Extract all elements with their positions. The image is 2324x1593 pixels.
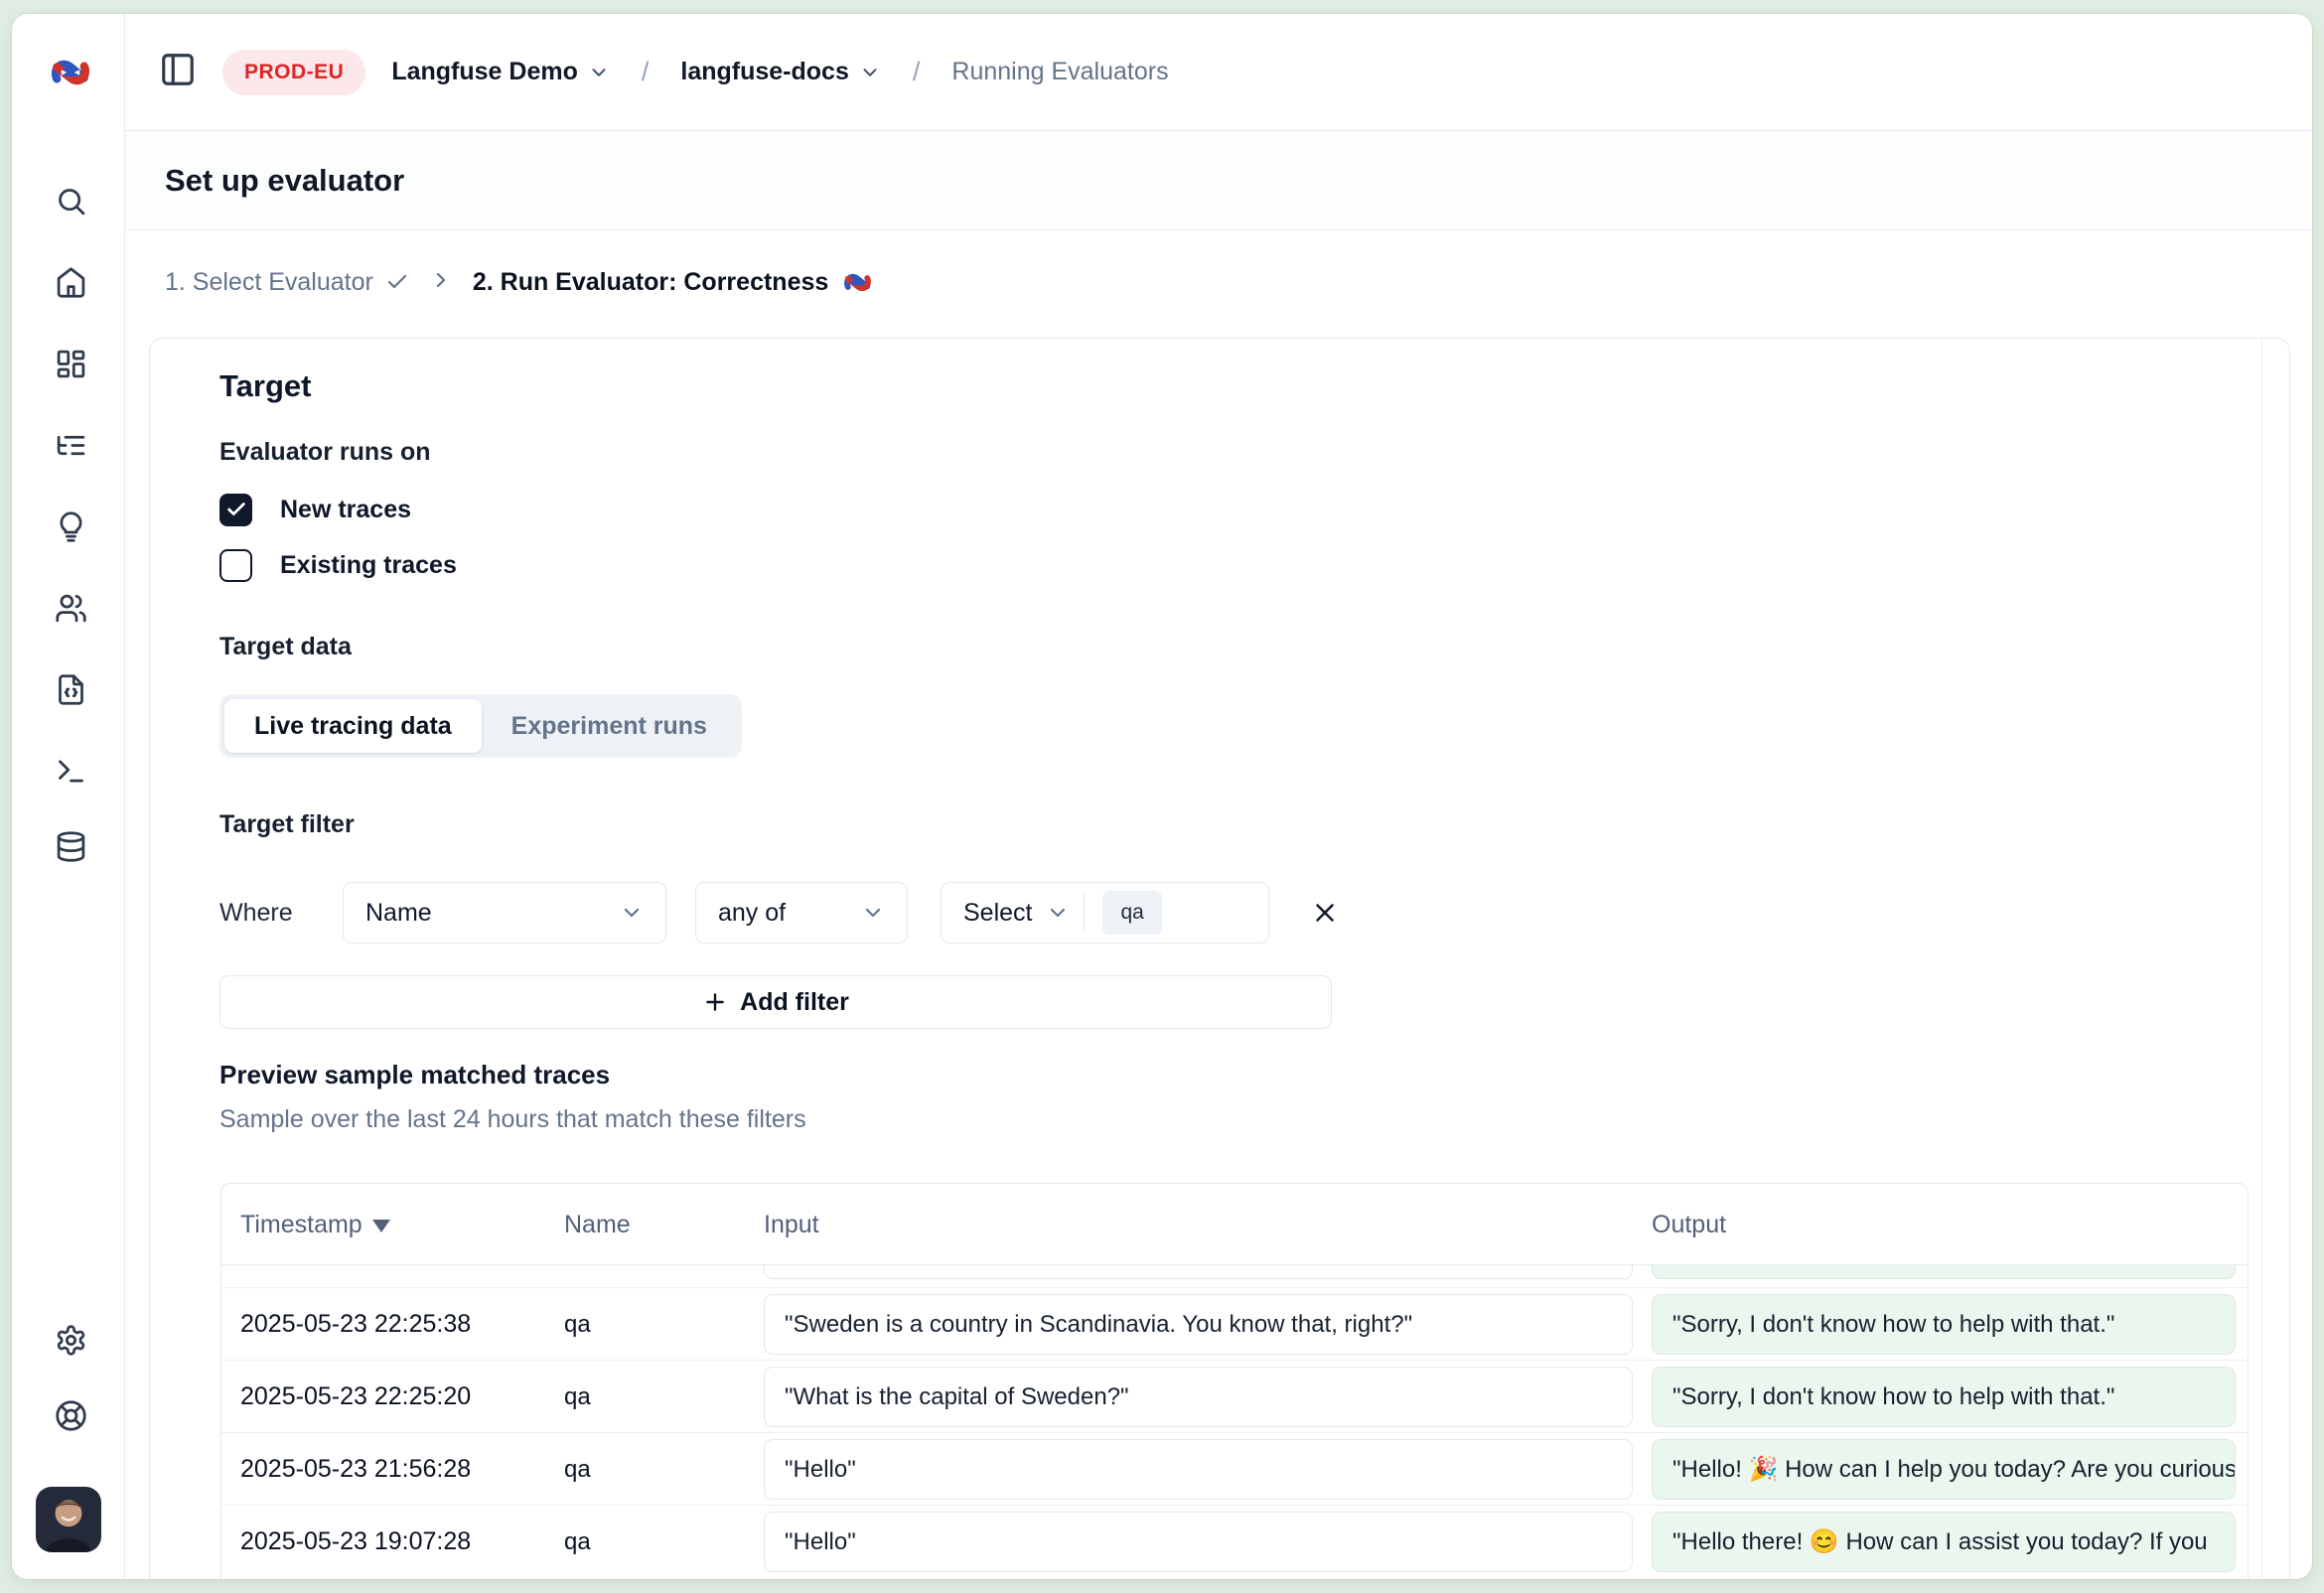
user-avatar[interactable] xyxy=(36,1487,101,1552)
step-run-evaluator: 2. Run Evaluator: Correctness xyxy=(473,267,873,298)
cell-timestamp: 2025-05-23 22:25:20 xyxy=(240,1361,471,1433)
chevron-down-icon xyxy=(588,62,610,83)
column-header-timestamp[interactable]: Timestamp xyxy=(240,1184,390,1265)
chevron-right-icon xyxy=(429,268,453,297)
cell-name: qa xyxy=(564,1433,591,1506)
cell-input[interactable]: "What is the capital of Sweden?" xyxy=(764,1367,1633,1427)
sort-desc-icon xyxy=(372,1220,390,1232)
chevron-down-icon xyxy=(859,62,881,83)
breadcrumb-separator: / xyxy=(907,57,927,87)
check-icon xyxy=(385,270,409,294)
target-data-tabs: Live tracing data Experiment runs xyxy=(219,694,742,758)
add-filter-button[interactable]: Add filter xyxy=(219,975,1332,1029)
dashboard-icon[interactable] xyxy=(47,340,94,387)
partially-scrolled-row xyxy=(221,1265,2248,1288)
sidebar xyxy=(12,14,125,1579)
home-icon[interactable] xyxy=(47,258,94,306)
cell-timestamp: 2025-05-23 19:07:28 xyxy=(240,1506,471,1578)
target-filter-label: Target filter xyxy=(219,810,355,839)
table-header: Timestamp Name Input Output xyxy=(221,1184,2248,1265)
table-row[interactable]: 2025-05-23 22:25:20 qa "What is the capi… xyxy=(221,1361,2248,1433)
cell-name: qa xyxy=(564,1361,591,1433)
terminal-icon[interactable] xyxy=(47,747,94,795)
tracing-tree-icon[interactable] xyxy=(47,421,94,469)
column-header-name: Name xyxy=(564,1184,631,1265)
scroll-rail[interactable] xyxy=(2261,339,2262,1579)
plus-icon xyxy=(702,989,728,1015)
preview-subheading: Sample over the last 24 hours that match… xyxy=(219,1105,806,1134)
table-row[interactable]: 2025-05-23 19:07:28 qa "Hello" "Hello th… xyxy=(221,1506,2248,1578)
support-lifebuoy-icon[interactable] xyxy=(47,1391,94,1439)
chevron-down-icon xyxy=(861,901,885,925)
cell-output[interactable]: "Sorry, I don't know how to help with th… xyxy=(1652,1367,2236,1427)
cell-output[interactable]: "Hello there! 😊 How can I assist you tod… xyxy=(1652,1512,2236,1572)
column-header-output: Output xyxy=(1652,1184,1726,1265)
settings-gear-icon[interactable] xyxy=(47,1316,94,1364)
app-window: PROD-EU Langfuse Demo / langfuse-docs / … xyxy=(12,14,2312,1579)
input-cell-fragment xyxy=(764,1265,1633,1279)
file-code-icon[interactable] xyxy=(47,665,94,713)
cell-timestamp: 2025-05-23 22:25:38 xyxy=(240,1288,471,1361)
chevron-down-icon xyxy=(620,901,644,925)
evaluator-logo-icon xyxy=(842,267,873,298)
runs-on-label: Evaluator runs on xyxy=(219,438,431,467)
filter-row: Where Name any of Select qa xyxy=(219,882,1345,943)
page-header: Set up evaluator xyxy=(125,131,2312,230)
target-data-label: Target data xyxy=(219,633,352,661)
environment-badge[interactable]: PROD-EU xyxy=(222,50,365,95)
breadcrumb-org[interactable]: Langfuse Demo xyxy=(391,58,610,86)
x-icon xyxy=(1310,898,1340,928)
cell-input[interactable]: "Hello" xyxy=(764,1512,1633,1572)
cell-output[interactable]: "Hello! 🎉 How can I help you today? Are … xyxy=(1652,1439,2236,1500)
users-icon[interactable] xyxy=(47,584,94,632)
cell-input[interactable]: "Hello" xyxy=(764,1439,1633,1500)
cell-name: qa xyxy=(564,1288,591,1361)
divider xyxy=(1084,893,1085,933)
column-header-input: Input xyxy=(764,1184,819,1265)
filter-value-chip[interactable]: qa xyxy=(1102,891,1161,935)
target-heading: Target xyxy=(219,368,311,404)
topbar: PROD-EU Langfuse Demo / langfuse-docs / … xyxy=(125,14,2312,131)
checkbox-existing-traces[interactable]: Existing traces xyxy=(219,548,457,582)
table-row[interactable]: 2025-05-23 21:56:28 qa "Hello" "Hello! 🎉… xyxy=(221,1433,2248,1506)
breadcrumb-project[interactable]: langfuse-docs xyxy=(680,58,880,86)
search-icon[interactable] xyxy=(47,177,94,224)
database-icon[interactable] xyxy=(47,822,94,870)
checkbox-checked-icon[interactable] xyxy=(219,494,252,526)
cell-input[interactable]: "Sweden is a country in Scandinavia. You… xyxy=(764,1294,1633,1355)
remove-filter-button[interactable] xyxy=(1305,893,1345,933)
sidebar-toggle-icon[interactable] xyxy=(159,51,197,93)
tab-live-tracing-data[interactable]: Live tracing data xyxy=(224,699,482,753)
preview-table-body: 2025-05-23 22:25:38 qa "Sweden is a coun… xyxy=(221,1288,2248,1578)
breadcrumb-current: Running Evaluators xyxy=(951,58,1168,86)
preview-heading: Preview sample matched traces xyxy=(219,1060,610,1090)
chevron-down-icon xyxy=(1046,901,1070,925)
breadcrumb-separator: / xyxy=(636,57,655,87)
wizard-steps: 1. Select Evaluator 2. Run Evaluator: Co… xyxy=(165,230,873,334)
cell-timestamp: 2025-05-23 21:56:28 xyxy=(240,1433,471,1506)
page-title: Set up evaluator xyxy=(165,163,404,199)
filter-column-select[interactable]: Name xyxy=(343,882,666,943)
cell-output[interactable]: "Sorry, I don't know how to help with th… xyxy=(1652,1294,2236,1355)
langfuse-logo-icon[interactable] xyxy=(48,50,93,95)
lightbulb-icon[interactable] xyxy=(47,503,94,550)
cell-name: qa xyxy=(564,1506,591,1578)
output-cell-fragment xyxy=(1652,1265,2236,1279)
preview-table: Timestamp Name Input Output 2025-05-23 2… xyxy=(220,1183,2249,1579)
checkbox-unchecked-icon[interactable] xyxy=(219,549,252,582)
checkbox-new-traces[interactable]: New traces xyxy=(219,493,411,526)
filter-value-select[interactable]: Select qa xyxy=(941,882,1269,943)
step-select-evaluator[interactable]: 1. Select Evaluator xyxy=(165,268,409,297)
filter-operator-select[interactable]: any of xyxy=(695,882,908,943)
filter-where-label: Where xyxy=(219,899,343,928)
table-row[interactable]: 2025-05-23 22:25:38 qa "Sweden is a coun… xyxy=(221,1288,2248,1361)
tab-experiment-runs[interactable]: Experiment runs xyxy=(482,699,737,753)
target-card: Target Evaluator runs on New traces Exis… xyxy=(149,338,2290,1579)
